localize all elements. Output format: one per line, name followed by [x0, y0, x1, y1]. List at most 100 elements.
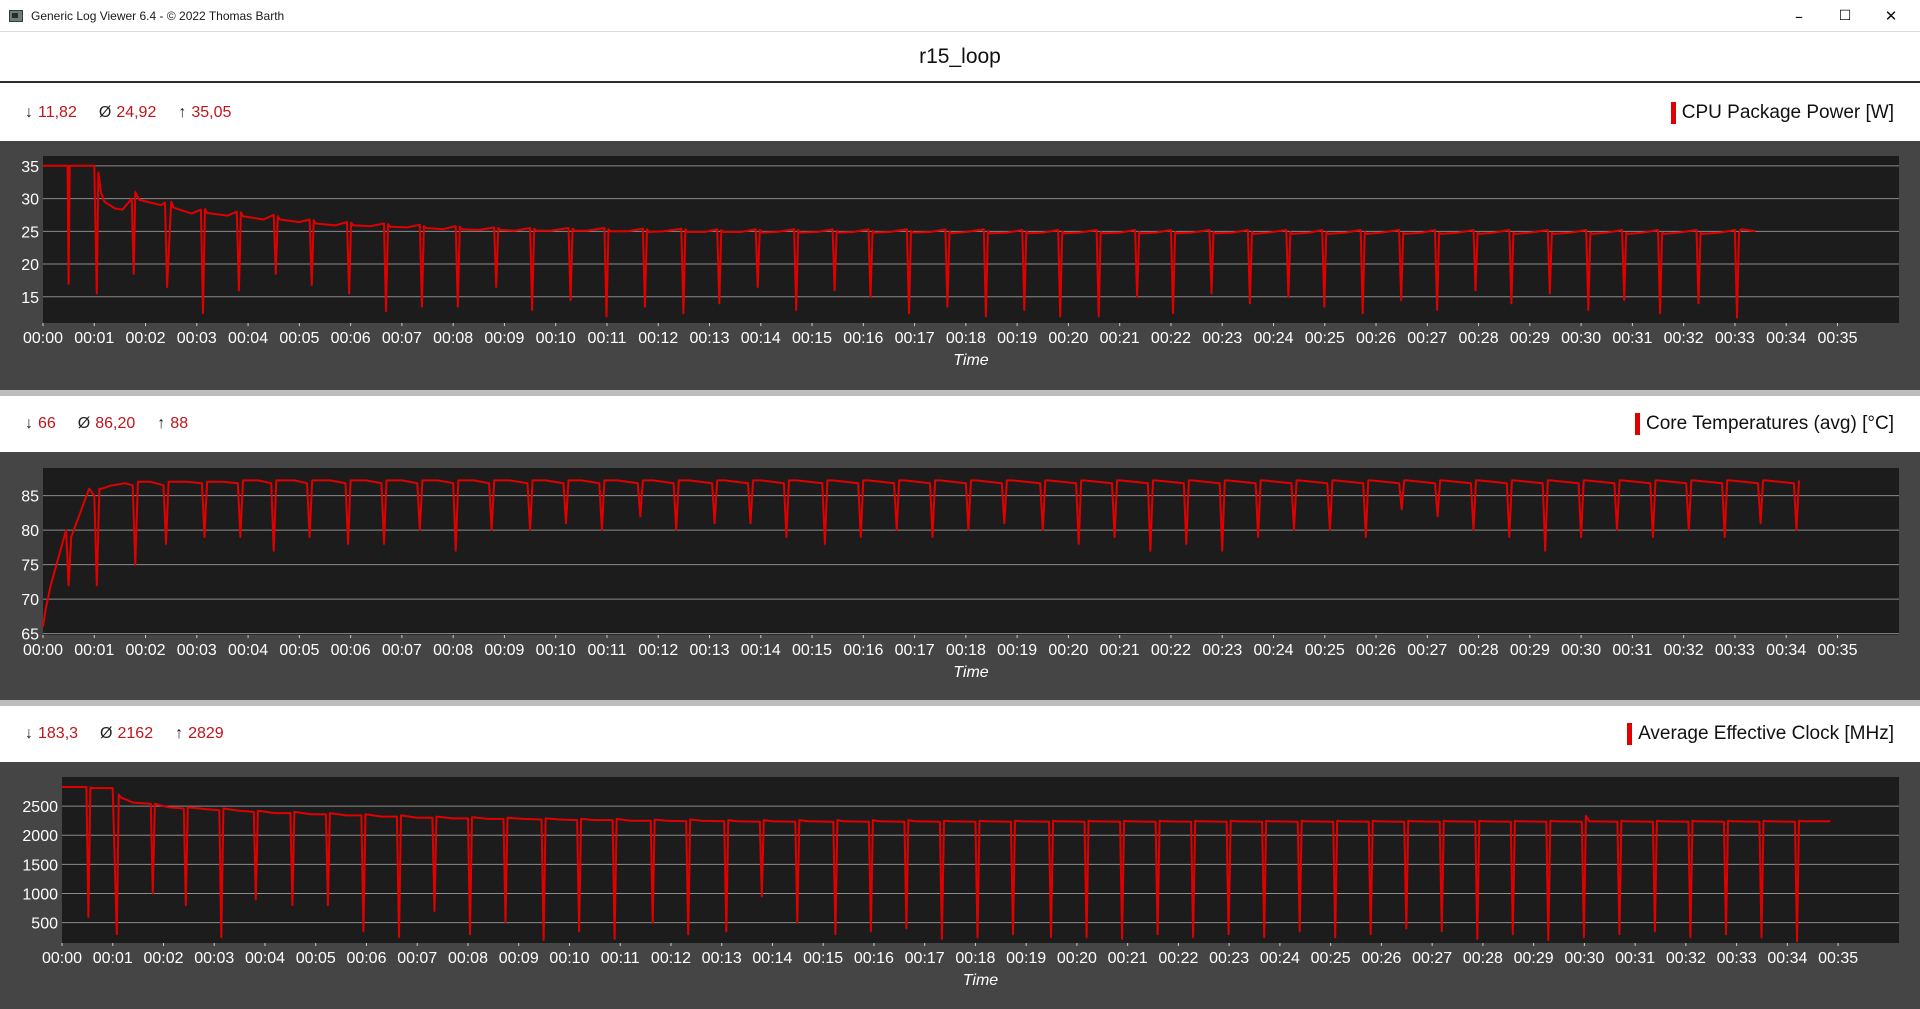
x-tick-label: 00:17	[895, 330, 935, 347]
x-tick-label: 00:03	[177, 642, 217, 659]
x-tick-label: 00:12	[651, 950, 691, 967]
x-tick-label: 00:24	[1253, 642, 1293, 659]
chart-svg[interactable]: 657075808500:00 00:01 00:02 00:03 00:04 00:05…	[0, 452, 1920, 700]
x-tick-label: 00:14	[741, 330, 781, 347]
x-tick-label: 00:02	[126, 330, 166, 347]
y-tick-label: 80	[21, 523, 39, 540]
x-tick-label: 00:25	[1305, 642, 1345, 659]
x-tick-label: 00:21	[1100, 642, 1140, 659]
x-tick-label: 00:03	[177, 330, 217, 347]
x-tick-label: 00:19	[997, 642, 1037, 659]
x-tick-label: 00:12	[638, 330, 678, 347]
x-tick-label: 00:01	[74, 330, 114, 347]
y-tick-label: 85	[21, 489, 39, 506]
avg-symbol-icon: Ø	[77, 415, 91, 432]
min-arrow-icon: ↓	[25, 725, 33, 742]
stat-max: ↑ 88	[157, 415, 188, 433]
stat-min-value: 66	[38, 415, 56, 432]
y-tick-label: 1500	[22, 857, 58, 874]
panel-header-cpu-power: ↓ 11,82 Ø 24,92 ↑ 35,05 CPU Package Power […	[0, 85, 1920, 141]
stats-bar: ↓ 183,3 Ø 2162 ↑ 2829	[25, 706, 246, 762]
max-arrow-icon: ↑	[178, 104, 187, 121]
y-tick-label: 70	[21, 592, 39, 609]
x-tick-label: 00:30	[1561, 642, 1601, 659]
maximize-button[interactable]: ☐	[1822, 0, 1868, 32]
stat-avg: Ø 2162	[100, 725, 153, 743]
x-tick-label: 00:28	[1463, 950, 1503, 967]
x-tick-label: 00:28	[1459, 330, 1499, 347]
x-tick-label: 00:08	[433, 330, 473, 347]
x-tick-label: 00:01	[93, 950, 133, 967]
x-tick-label: 00:33	[1715, 330, 1755, 347]
stat-max: ↑ 35,05	[178, 104, 231, 122]
x-tick-label: 00:20	[1048, 330, 1088, 347]
x-tick-label: 00:27	[1412, 950, 1452, 967]
y-tick-label: 35	[21, 159, 39, 176]
x-tick-label: 00:34	[1766, 330, 1806, 347]
x-tick-label: 00:31	[1612, 330, 1652, 347]
close-button[interactable]: ✕	[1868, 0, 1914, 32]
stat-avg: Ø 24,92	[99, 104, 157, 122]
x-tick-label: 00:18	[946, 642, 986, 659]
x-tick-label: 00:31	[1615, 950, 1655, 967]
plot-area[interactable]	[43, 156, 1899, 323]
x-tick-label: 00:04	[228, 330, 268, 347]
stat-min: ↓ 66	[25, 415, 56, 433]
max-arrow-icon: ↑	[157, 415, 166, 432]
x-tick-label: 00:21	[1100, 330, 1140, 347]
chart-svg[interactable]: 500 1000 1500 2000 2500 00:00 00:01 00:02 00:03 0…	[0, 762, 1920, 1009]
x-tick-label: 00:07	[397, 950, 437, 967]
minimize-button[interactable]: –	[1776, 0, 1822, 32]
x-tick-label: 00:29	[1510, 330, 1550, 347]
stats-bar: ↓ 66 Ø 86,20 ↑ 88	[25, 396, 210, 452]
x-tick-label: 00:10	[549, 950, 589, 967]
x-tick-label: 00:06	[346, 950, 386, 967]
x-tick-label: 00:15	[803, 950, 843, 967]
x-tick-label: 00:10	[536, 642, 576, 659]
y-tick-label: 25	[21, 224, 39, 241]
series-legend[interactable]: CPU Package Power [W]	[1670, 85, 1894, 141]
x-tick-label: 00:25	[1305, 330, 1345, 347]
document-title: r15_loop	[919, 45, 1001, 68]
x-tick-label: 00:07	[382, 330, 422, 347]
y-tick-label: 500	[31, 916, 58, 933]
chart-svg[interactable]: 15 20 25 30 35 00:00 00:01 00:02 00:03 00:04 00:05…	[0, 141, 1920, 390]
panel-header-effective-clock: ↓ 183,3 Ø 2162 ↑ 2829 Average Effective Clo…	[0, 706, 1920, 762]
plot-area[interactable]	[62, 777, 1899, 943]
x-tick-label: 00:23	[1209, 950, 1249, 967]
series-title: Core Temperatures (avg) [°C]	[1645, 413, 1894, 434]
window-title-bar[interactable]: Generic Log Viewer 6.4 - © 2022 Thomas B…	[0, 0, 1920, 32]
x-tick-label: 00:07	[382, 642, 422, 659]
x-tick-label: 00:22	[1151, 330, 1191, 347]
series-title: Average Effective Clock [MHz]	[1638, 723, 1894, 744]
x-tick-label: 00:00	[23, 330, 63, 347]
x-tick-label: 00:33	[1717, 950, 1757, 967]
app-icon	[9, 9, 23, 22]
stat-max: ↑ 2829	[175, 725, 224, 743]
x-tick-label: 00:23	[1202, 642, 1242, 659]
x-tick-label: 00:31	[1612, 642, 1652, 659]
series-legend[interactable]: Average Effective Clock [MHz]	[1627, 706, 1894, 762]
x-tick-label: 00:33	[1715, 642, 1755, 659]
x-tick-label: 00:27	[1407, 330, 1447, 347]
x-axis-title: Time	[963, 972, 999, 989]
chart-panel-core-temp[interactable]: 65 70 75 80 85 00:00 00:01 00:02 00:03 00:04 00:05…	[0, 452, 1920, 700]
x-tick-label: 00:10	[536, 330, 576, 347]
x-tick-label: 00:06	[331, 330, 371, 347]
x-tick-label: 00:08	[433, 642, 473, 659]
x-tick-label: 00:02	[143, 950, 183, 967]
chart-panel-effective-clock[interactable]: 500 1000 1500 2000 2500 00:00 00:01 00:02 00:03 0…	[0, 762, 1920, 1009]
series-title: CPU Package Power [W]	[1681, 102, 1894, 123]
min-arrow-icon: ↓	[25, 104, 33, 121]
x-axis-title: Time	[953, 352, 989, 369]
x-tick-label: 00:16	[843, 642, 883, 659]
x-tick-label: 00:19	[1006, 950, 1046, 967]
x-tick-label: 00:32	[1664, 642, 1704, 659]
x-tick-label: 00:27	[1407, 642, 1447, 659]
x-tick-label: 00:22	[1158, 950, 1198, 967]
x-tick-label: 00:02	[126, 642, 166, 659]
chart-panel-cpu-power[interactable]: 15 20 25 30 35 00:00 00:01 00:02 00:03 00:04 00:05…	[0, 141, 1920, 390]
series-legend[interactable]: Core Temperatures (avg) [°C]	[1634, 396, 1894, 452]
y-tick-label: 1000	[22, 886, 58, 903]
series-color-swatch	[1627, 723, 1633, 745]
